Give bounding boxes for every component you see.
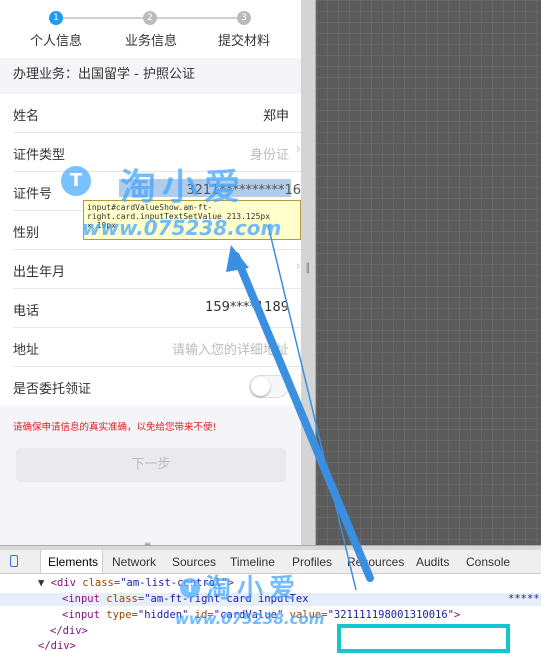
watermark-url: www.075238.com bbox=[175, 610, 325, 628]
arrow-shaft bbox=[232, 252, 374, 582]
arrowhead-icon bbox=[226, 245, 249, 272]
watermark-logo-icon: T bbox=[180, 578, 200, 598]
arrow-thin-line bbox=[267, 224, 357, 591]
watermark-brand: 淘小爱 bbox=[120, 167, 247, 208]
annotation-arrows bbox=[226, 224, 374, 591]
watermark-url: www.075238.com bbox=[82, 216, 282, 240]
watermark-logo-icon: T bbox=[61, 166, 91, 196]
watermark-brand: 淘小爱 bbox=[205, 574, 302, 604]
